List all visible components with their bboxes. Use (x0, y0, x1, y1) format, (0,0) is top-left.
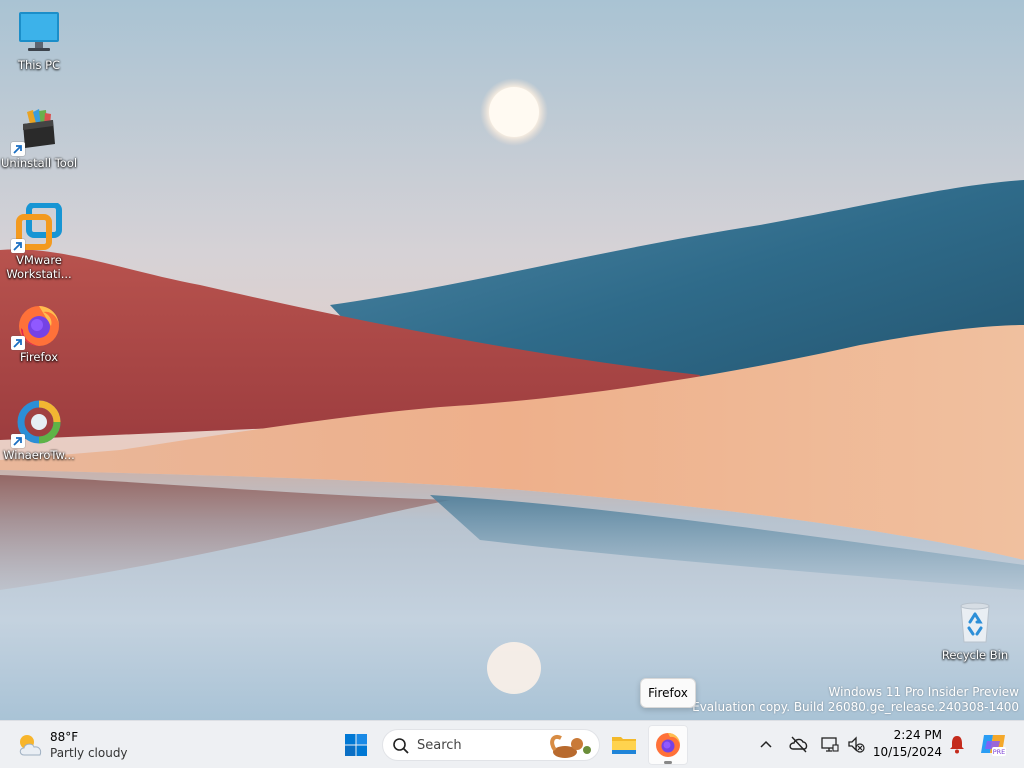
desktop-icon-this-pc[interactable]: This PC (0, 8, 78, 72)
system-clock[interactable]: 2:24 PM 10/15/2024 (872, 727, 942, 761)
search-icon (392, 737, 410, 755)
desktop-icon-label: Recycle Bin (941, 648, 1009, 662)
firefox-icon (656, 733, 680, 757)
network-tray-button[interactable] (820, 733, 840, 755)
desktop-icon-uninstall-tool[interactable]: Uninstall Tool (0, 106, 78, 170)
copilot-icon: PRE (981, 735, 1006, 756)
partly-cloudy-icon (16, 731, 46, 759)
chevron-up-icon (760, 740, 772, 748)
weather-condition: Partly cloudy (50, 746, 128, 760)
weather-temperature: 88°F (50, 730, 79, 744)
clock-date: 10/15/2024 (872, 745, 942, 759)
recycle-bin-icon (951, 598, 999, 646)
network-icon (821, 737, 839, 752)
search-placeholder: Search (417, 738, 462, 753)
firefox-taskbar-button[interactable] (648, 725, 688, 765)
desktop-icon-label: Uninstall Tool (0, 156, 78, 170)
volume-tray-button[interactable] (846, 733, 866, 755)
taskbar-search-box[interactable]: Search (382, 729, 600, 761)
shortcut-arrow-icon (11, 434, 25, 448)
vmware-icon (11, 202, 63, 253)
desktop-icon-label: Firefox (19, 350, 59, 364)
watermark-edition: Windows 11 Pro Insider Preview (828, 685, 1019, 699)
svg-text:PRE: PRE (993, 748, 1006, 756)
running-indicator (664, 761, 672, 764)
file-explorer-button[interactable] (604, 725, 644, 765)
windows-watermark: Windows 11 Pro Insider Preview Evaluatio… (692, 685, 1019, 715)
start-button[interactable] (336, 725, 376, 765)
search-highlight-icon (547, 732, 595, 760)
shortcut-arrow-icon (11, 142, 25, 156)
desktop-icon-label: VMware Workstati... (6, 253, 72, 281)
copilot-button[interactable]: PRE (978, 729, 1008, 759)
show-hidden-icons-button[interactable] (756, 733, 776, 755)
notification-bell-icon (950, 736, 964, 754)
taskbar-tooltip: Firefox (640, 678, 696, 708)
onedrive-tray-button[interactable] (788, 733, 810, 755)
notification-button[interactable] (947, 733, 967, 755)
desktop-icon-winaero-tweaker[interactable]: WinaeroTw... (0, 398, 78, 462)
computer-icon (15, 8, 63, 56)
desktop-icon-vmware[interactable]: VMware Workstati... (0, 202, 78, 281)
volume-muted-icon (848, 736, 865, 753)
shortcut-arrow-icon (11, 336, 25, 350)
windows-start-icon (345, 734, 367, 756)
desktop-icon-label: This PC (17, 58, 61, 72)
uninstall-tool-icon (11, 106, 63, 156)
desktop-icon-label: WinaeroTw... (3, 448, 75, 462)
desktop-wallpaper (0, 0, 1024, 720)
clock-time: 2:24 PM (893, 728, 942, 742)
shortcut-arrow-icon (11, 239, 25, 253)
firefox-icon (11, 300, 63, 350)
onedrive-offline-icon (789, 736, 808, 753)
weather-widget[interactable]: 88°F Partly cloudy (14, 727, 144, 763)
desktop-icon-recycle-bin[interactable]: Recycle Bin (936, 598, 1014, 662)
folder-icon (612, 737, 636, 754)
taskbar: 88°F Partly cloudy Search 2:24 PM 10/15/… (0, 720, 1024, 768)
winaero-tweaker-icon (11, 398, 63, 448)
desktop-icon-firefox[interactable]: Firefox (0, 300, 78, 364)
watermark-build: Evaluation copy. Build 26080.ge_release.… (692, 700, 1019, 714)
